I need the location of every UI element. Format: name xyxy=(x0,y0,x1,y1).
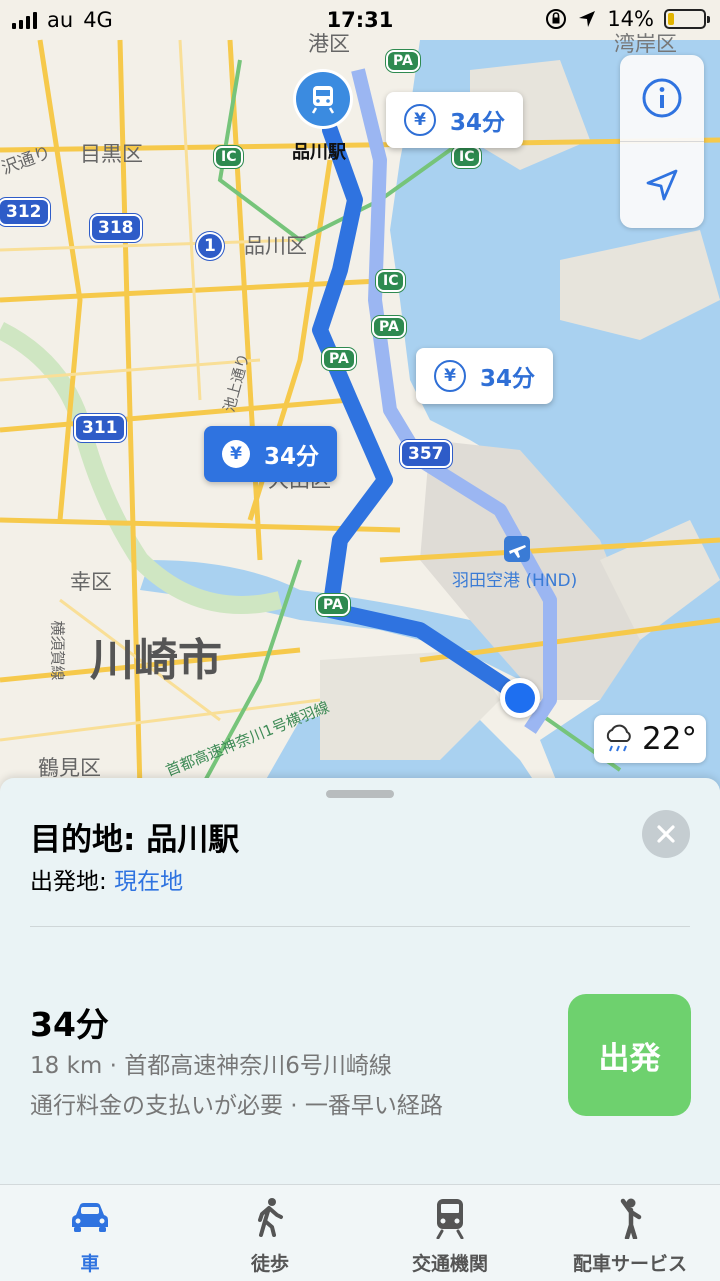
route-time-callout[interactable]: ¥ 34分 xyxy=(386,92,524,148)
tab-walk[interactable]: 徒歩 xyxy=(180,1185,360,1281)
route-duration: 34分 xyxy=(30,1005,109,1044)
route-shield-1: 1 xyxy=(196,232,224,260)
train-icon xyxy=(311,86,335,114)
ride-icon xyxy=(620,1198,642,1239)
map-label: 羽田空港 (HND) xyxy=(452,571,578,591)
map-controls xyxy=(620,55,704,228)
tab-label: 配車サービス xyxy=(572,1253,687,1275)
walk-icon xyxy=(258,1198,283,1237)
destination-title: 目的地: 品川駅 xyxy=(30,822,240,858)
transport-tab-bar: 車 徒歩 交通機関 配車サービス xyxy=(0,1184,720,1281)
train-icon xyxy=(436,1199,464,1239)
status-bar: au 4G 17:31 14% xyxy=(0,0,720,40)
close-icon xyxy=(657,825,675,843)
map-label: 目黒区 xyxy=(80,142,143,166)
tab-label: 徒歩 xyxy=(250,1253,289,1275)
route-shield-357: 357 xyxy=(400,440,452,468)
tab-label: 車 xyxy=(80,1253,100,1275)
tab-label: 交通機関 xyxy=(411,1253,488,1275)
origin-link[interactable]: 現在地 xyxy=(114,869,183,895)
info-button[interactable] xyxy=(620,55,704,141)
route-shield-311: 311 xyxy=(74,414,126,442)
battery-percent: 14% xyxy=(607,7,654,31)
car-icon xyxy=(72,1203,108,1232)
go-button[interactable]: 出発 xyxy=(568,994,691,1116)
route-time-callout[interactable]: ¥ 34分 xyxy=(416,348,554,404)
tab-drive[interactable]: 車 xyxy=(0,1185,180,1281)
pa-shield: PA xyxy=(322,348,356,370)
weather-temp: 22° xyxy=(642,721,697,757)
toll-yen-icon: ¥ xyxy=(404,104,436,136)
rain-cloud-icon xyxy=(606,724,631,752)
sheet-grabber[interactable] xyxy=(326,790,394,798)
route-time: 34分 xyxy=(264,444,320,470)
route-time: 34分 xyxy=(450,110,506,136)
map-label: 川崎市 xyxy=(90,635,222,686)
weather-widget: 22° xyxy=(594,715,706,763)
airport-icon xyxy=(504,536,530,562)
route-shield-318: 318 xyxy=(90,214,142,242)
rotation-lock-icon xyxy=(546,9,567,29)
ic-shield: IC xyxy=(214,146,244,168)
toll-yen-icon: ¥ xyxy=(434,360,466,392)
battery-icon xyxy=(664,9,710,29)
station-marker[interactable] xyxy=(296,72,350,126)
ic-shield: IC xyxy=(376,270,406,292)
info-icon xyxy=(642,78,682,118)
divider xyxy=(30,926,690,927)
current-location-dot xyxy=(500,678,540,718)
locate-button[interactable] xyxy=(620,142,704,228)
location-services-icon xyxy=(579,11,596,27)
map-view[interactable]: 港区 沢通り 目黒区 品川区 池上通り 大田区 幸区 川崎市 横須賀線 鶴見区 … xyxy=(0,0,720,790)
tab-transit[interactable]: 交通機関 xyxy=(360,1185,540,1281)
origin-label: 出発地: xyxy=(30,869,115,895)
pa-shield: PA xyxy=(372,316,406,338)
route-shield-312: 312 xyxy=(0,198,50,226)
toll-yen-icon: ¥ xyxy=(222,440,250,468)
pa-shield: PA xyxy=(316,594,350,616)
map-label: 幸区 xyxy=(70,570,112,594)
map-label: 品川区 xyxy=(244,234,307,258)
route-detail-distance: 18 km · 首都高速神奈川6号川崎線 xyxy=(30,1053,392,1079)
selected-route-callout[interactable]: ¥ 34分 xyxy=(204,426,338,482)
ic-shield: IC xyxy=(452,146,482,168)
route-detail-notes: 通行料金の支払いが必要 · 一番早い経路 xyxy=(30,1093,443,1119)
station-label: 品川駅 xyxy=(292,142,346,163)
route-time: 34分 xyxy=(480,366,536,392)
close-button[interactable] xyxy=(642,810,690,858)
map-label: 横須賀線 xyxy=(48,620,67,681)
origin-line: 出発地: 現在地 xyxy=(30,862,183,896)
tab-ride[interactable]: 配車サービス xyxy=(540,1185,720,1281)
pa-shield: PA xyxy=(386,50,420,72)
location-arrow-icon xyxy=(646,169,678,201)
